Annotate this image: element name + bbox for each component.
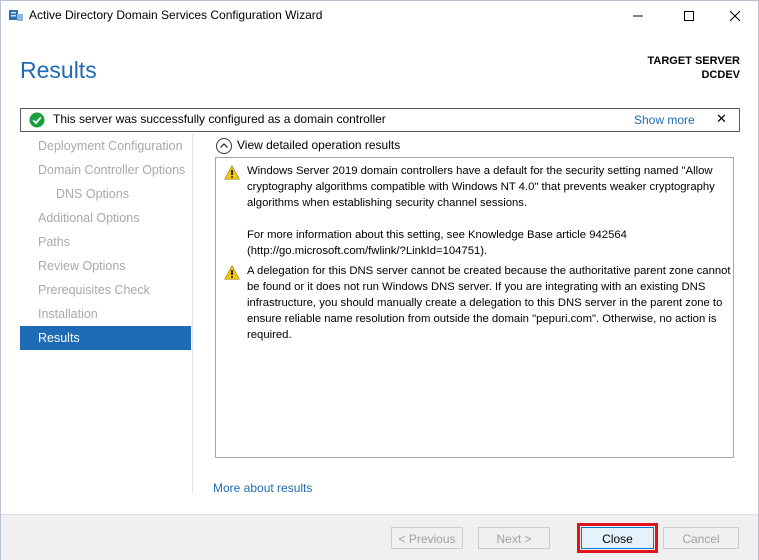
wizard-footer: < Previous Next > Close Cancel [1,514,758,560]
collapse-chevron-icon[interactable] [216,138,232,154]
nav-item-paths[interactable]: Paths [20,230,191,254]
status-message: This server was successfully configured … [53,112,386,126]
nav-item-dns-options[interactable]: DNS Options [20,182,191,206]
maximize-button[interactable] [666,1,712,31]
close-button[interactable]: Close [581,527,654,549]
next-button[interactable]: Next > [478,527,550,549]
nav-item-additional-options[interactable]: Additional Options [20,206,191,230]
chevron-up-icon [220,143,228,148]
page-title: Results [20,57,97,83]
previous-button[interactable]: < Previous [391,527,463,549]
close-icon [729,10,741,22]
warning-icon [224,165,240,180]
success-check-icon [29,112,45,128]
target-server-name: DCDEV [701,69,740,81]
result-entry-text: A delegation for this DNS server cannot … [247,263,732,343]
nav-item-review-options[interactable]: Review Options [20,254,191,278]
view-details-label: View detailed operation results [237,138,401,152]
dismiss-banner-button[interactable]: ✕ [716,111,727,127]
minimize-icon [633,15,643,17]
title-bar: Active Directory Domain Services Configu… [1,1,758,31]
wizard-window: Active Directory Domain Services Configu… [0,0,759,560]
wizard-navigation: Deployment Configuration Domain Controll… [20,134,191,350]
cancel-button[interactable]: Cancel [663,527,739,549]
nav-divider [192,134,193,494]
result-paragraph: For more information about this setting,… [247,229,627,257]
server-manager-icon [9,10,23,21]
result-entry-text: Windows Server 2019 domain controllers h… [247,163,732,259]
result-paragraph: Windows Server 2019 domain controllers h… [247,165,715,209]
nav-item-installation[interactable]: Installation [20,302,191,326]
status-banner: This server was successfully configured … [20,108,740,132]
show-more-link[interactable]: Show more [634,113,695,127]
nav-item-domain-controller-options[interactable]: Domain Controller Options [20,158,191,182]
nav-item-deployment-configuration[interactable]: Deployment Configuration [20,134,191,158]
nav-item-prerequisites-check[interactable]: Prerequisites Check [20,278,191,302]
maximize-icon [684,11,694,21]
more-about-results-link[interactable]: More about results [213,481,312,495]
close-window-button[interactable] [712,1,758,31]
minimize-button[interactable] [615,1,661,31]
target-server-label: TARGET SERVER [647,55,741,67]
warning-icon [224,265,240,280]
nav-item-results[interactable]: Results [20,326,191,350]
result-paragraph: A delegation for this DNS server cannot … [247,265,731,341]
operation-results-box[interactable]: Windows Server 2019 domain controllers h… [215,157,734,458]
window-title: Active Directory Domain Services Configu… [29,8,323,22]
